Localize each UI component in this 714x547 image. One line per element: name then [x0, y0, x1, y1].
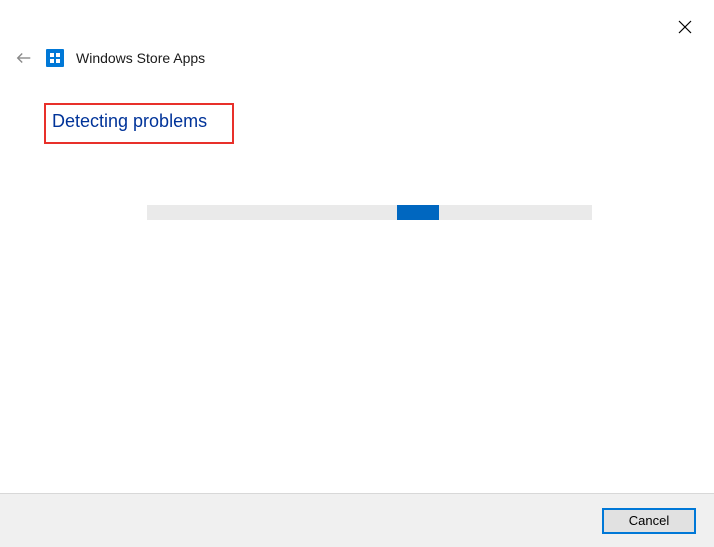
close-icon [678, 20, 692, 34]
status-highlight-box: Detecting problems [44, 103, 234, 144]
footer: Cancel [0, 493, 714, 547]
store-icon [46, 49, 64, 67]
header: Windows Store Apps [14, 48, 205, 68]
progress-fill [397, 205, 439, 220]
back-arrow-icon [15, 49, 33, 67]
progress-bar [147, 205, 592, 220]
window-title: Windows Store Apps [76, 50, 205, 66]
cancel-button[interactable]: Cancel [602, 508, 696, 534]
close-button[interactable] [676, 18, 694, 36]
status-text: Detecting problems [52, 111, 220, 132]
back-button[interactable] [14, 48, 34, 68]
